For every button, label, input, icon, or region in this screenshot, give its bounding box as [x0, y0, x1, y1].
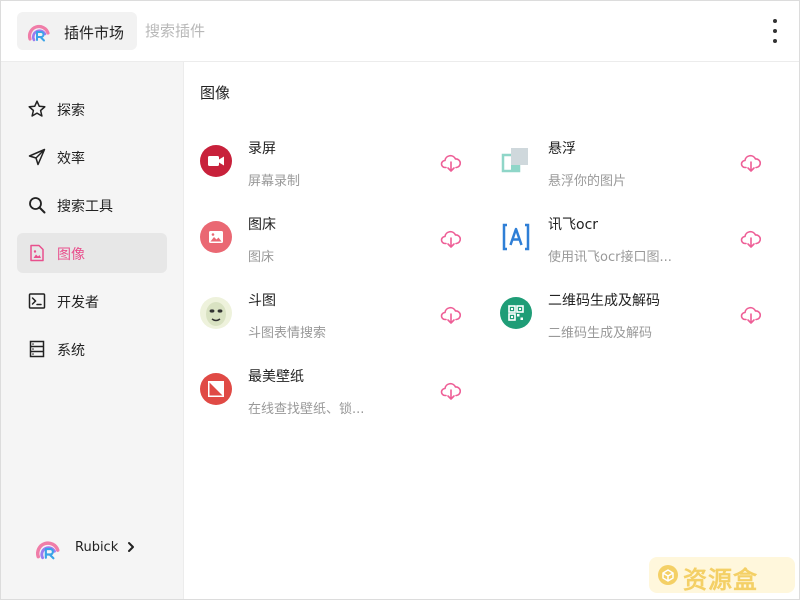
sidebar: 探索 效率 搜索工具 图像 开发者 系统 Rubick	[1, 62, 184, 599]
video-camera-icon	[200, 145, 232, 177]
header: 插件市场	[1, 1, 799, 62]
more-menu-button[interactable]	[767, 19, 783, 43]
image-file-icon	[30, 244, 44, 262]
plugin-desc: 屏幕录制	[248, 174, 301, 189]
plugin-desc: 斗图表情搜索	[248, 326, 327, 341]
user-profile-button[interactable]: Rubick	[35, 533, 155, 563]
sidebar-item-label: 系统	[57, 343, 85, 359]
sidebar-item-label: 探索	[57, 103, 85, 119]
rubick-avatar-icon	[36, 541, 60, 560]
cloud-download-icon[interactable]	[440, 380, 462, 402]
plugin-market-window: 插件市场 探索 效率 搜索工具	[0, 0, 800, 600]
plugin-name: 讯飞ocr	[548, 217, 599, 233]
qr-code-icon	[500, 297, 532, 329]
chevron-right-icon	[128, 542, 134, 552]
plugin-card-image-host[interactable]: 图床 图床	[200, 210, 470, 276]
cloud-download-icon[interactable]	[440, 152, 462, 174]
sidebar-item-label: 开发者	[57, 295, 99, 311]
sidebar-item-system[interactable]: 系统	[17, 329, 167, 369]
plugin-desc: 图床	[248, 250, 275, 265]
plugin-name: 悬浮	[548, 141, 576, 157]
sidebar-item-label: 效率	[57, 151, 85, 167]
cloud-download-icon[interactable]	[440, 304, 462, 326]
star-icon	[28, 100, 46, 117]
plugin-desc: 在线查找壁纸、锁...	[248, 402, 365, 417]
search-icon	[29, 197, 46, 214]
cloud-download-icon[interactable]	[740, 228, 762, 250]
plugin-name: 二维码生成及解码	[548, 293, 660, 309]
plugin-desc: 使用讯飞ocr接口图...	[548, 250, 672, 265]
plugin-card-meme[interactable]: 斗图 斗图表情搜索	[200, 286, 470, 352]
app-title: 插件市场	[64, 24, 125, 42]
more-dot-icon	[773, 39, 777, 43]
cloud-download-icon[interactable]	[740, 152, 762, 174]
plugin-name: 图床	[248, 217, 276, 233]
float-window-icon	[501, 148, 528, 173]
box-watermark-icon	[658, 565, 678, 585]
terminal-icon	[28, 293, 46, 309]
rubick-logo-icon	[27, 24, 50, 42]
cloud-download-icon[interactable]	[440, 228, 462, 250]
plugin-desc: 二维码生成及解码	[548, 326, 653, 341]
wallpaper-icon	[200, 373, 232, 405]
main-content: 图像 录屏 屏幕录制 悬浮 悬浮你的图片 图床 图床 讯飞ocr 使用讯飞ocr…	[184, 62, 799, 599]
plugin-card-screen-record[interactable]: 录屏 屏幕录制	[200, 134, 470, 200]
plugin-card-wallpaper[interactable]: 最美壁纸 在线查找壁纸、锁...	[200, 362, 470, 428]
send-icon	[28, 148, 46, 166]
meme-face-icon	[200, 297, 232, 329]
plugin-name: 斗图	[248, 293, 276, 309]
plugin-card-xunfei-ocr[interactable]: 讯飞ocr 使用讯飞ocr接口图...	[500, 210, 770, 276]
watermark-text: 资源盒	[683, 566, 758, 594]
search-input[interactable]	[145, 19, 705, 43]
sidebar-item-efficiency[interactable]: 效率	[17, 137, 167, 177]
more-dot-icon	[773, 19, 777, 23]
plugin-name: 最美壁纸	[248, 369, 304, 385]
cloud-download-icon[interactable]	[740, 304, 762, 326]
sidebar-item-developer[interactable]: 开发者	[17, 281, 167, 321]
plugin-desc: 悬浮你的图片	[548, 174, 627, 189]
sidebar-item-label: 图像	[57, 247, 85, 263]
picture-icon	[200, 221, 232, 253]
plugin-card-float[interactable]: 悬浮 悬浮你的图片	[500, 134, 770, 200]
sidebar-item-image[interactable]: 图像	[17, 233, 167, 273]
plugin-card-qr-code[interactable]: 二维码生成及解码 二维码生成及解码	[500, 286, 770, 352]
watermark: 资源盒	[649, 557, 795, 594]
app-title-chip[interactable]: 插件市场	[17, 12, 137, 50]
server-icon	[29, 340, 45, 358]
sidebar-item-label: 搜索工具	[57, 199, 113, 215]
sidebar-item-explore[interactable]: 探索	[17, 89, 167, 129]
ocr-text-icon	[502, 223, 530, 251]
plugin-name: 录屏	[248, 141, 276, 157]
sidebar-item-search-tools[interactable]: 搜索工具	[17, 185, 167, 225]
user-name: Rubick	[75, 540, 119, 555]
section-title: 图像	[200, 84, 231, 102]
more-dot-icon	[773, 29, 777, 33]
